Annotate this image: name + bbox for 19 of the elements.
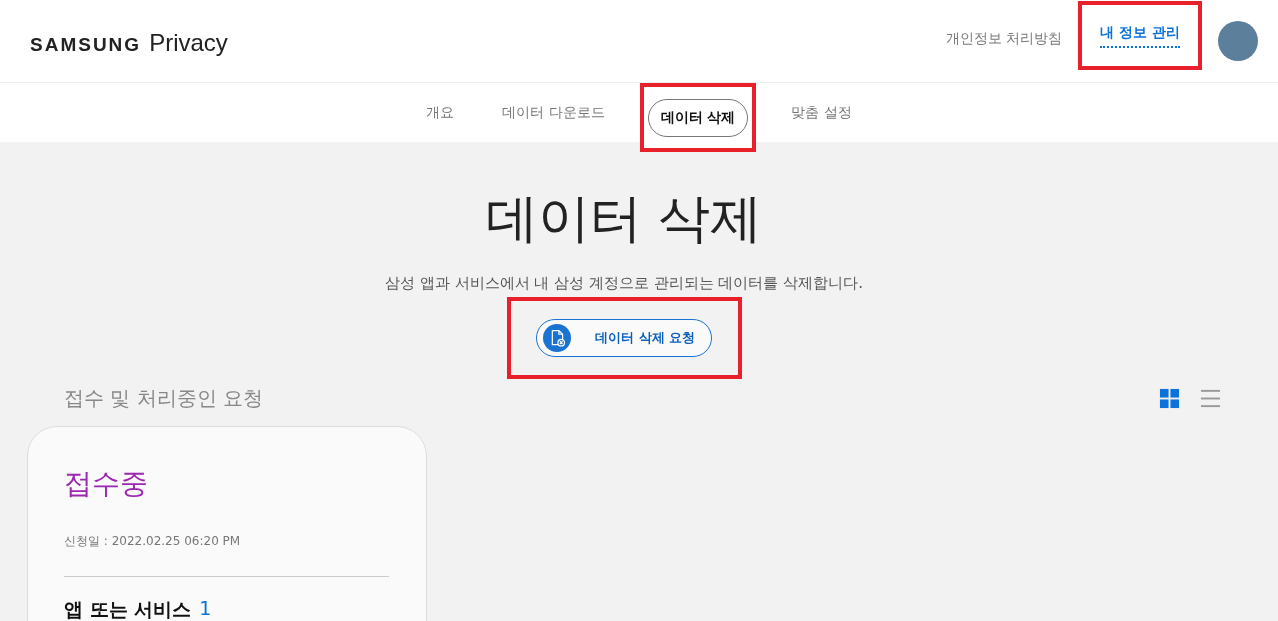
tab[interactable]: 맞춤 설정 [778, 93, 865, 132]
tab[interactable]: 개요 [413, 93, 468, 132]
header-link[interactable]: 내 정보 관리 [1100, 23, 1180, 48]
list-view-icon[interactable] [1200, 388, 1221, 409]
product-name: Privacy [149, 29, 228, 57]
file-delete-icon [543, 324, 571, 352]
page-description: 삼성 앱과 서비스에서 내 삼성 계정으로 관리되는 데이터를 삭제합니다. [384, 274, 864, 293]
brand-logo[interactable]: SAMSUNG [30, 34, 142, 56]
grid-view-icon[interactable] [1159, 388, 1180, 409]
service-count: 1 [199, 597, 212, 621]
tab[interactable]: 데이터 다운로드 [489, 93, 618, 132]
delete-request-button[interactable]: 데이터 삭제 요청 [536, 319, 712, 357]
header-link[interactable]: 개인정보 처리방침 [945, 30, 1062, 52]
page-title: 데이터 삭제 [484, 187, 764, 250]
section-heading: 접수 및 처리중인 요청 [64, 385, 264, 412]
avatar-placeholder[interactable] [1218, 21, 1258, 61]
service-label: 앱 또는 서비스 [64, 597, 192, 621]
request-date: 신청일 : 2022.02.25 06:20 PM [64, 533, 242, 550]
request-status: 접수중 [64, 466, 149, 502]
